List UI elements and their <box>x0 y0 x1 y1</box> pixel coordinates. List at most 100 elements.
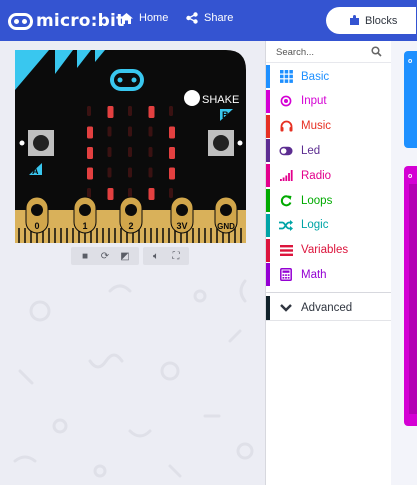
category-led[interactable]: Led <box>266 139 391 163</box>
blocks-workspace[interactable]: o o <box>391 41 417 485</box>
category-label: Math <box>301 268 327 281</box>
microbit-logo[interactable]: micro:bit <box>8 10 124 32</box>
fullscreen-icon[interactable]: ⛶ <box>169 251 183 262</box>
calculator-icon <box>279 268 293 282</box>
toggle-icon <box>279 144 293 158</box>
button-a-label: A <box>32 166 39 176</box>
shake-icon[interactable] <box>184 90 200 106</box>
share-button[interactable]: Share <box>186 12 233 24</box>
led-r4-c0 <box>87 188 91 198</box>
led-r0-c1 <box>107 106 114 118</box>
pin-1[interactable]: 1 <box>73 196 97 234</box>
category-label: Radio <box>301 169 332 182</box>
category-color-bar <box>266 213 270 237</box>
simulator-panel: SHAKE A B 0 1 2 3V GND ■ ⟳ ◩ 🔈︎ ⛶ <box>0 41 265 485</box>
logo-text: micro:bit <box>36 11 125 31</box>
led-r1-c2 <box>128 126 132 137</box>
toolbox: Search... Basic Input Music Led Radio Loops Lo… <box>265 41 391 485</box>
forever-block[interactable]: o <box>404 166 417 426</box>
led-r0-c3 <box>148 106 155 118</box>
led-r4-c3 <box>148 188 155 200</box>
search-input[interactable]: Search... <box>276 47 314 58</box>
list-icon <box>279 243 293 257</box>
category-logic[interactable]: Logic <box>266 213 391 237</box>
signal-icon <box>279 169 293 183</box>
category-input[interactable]: Input <box>266 89 391 113</box>
headphones-icon <box>279 119 293 133</box>
led-r0-c4 <box>169 106 173 116</box>
pin-2[interactable]: 2 <box>119 196 143 234</box>
pin-label: 1 <box>82 221 87 231</box>
category-radio[interactable]: Radio <box>266 164 391 188</box>
category-variables[interactable]: Variables <box>266 238 391 262</box>
toolbox-divider <box>266 292 391 293</box>
stop-icon[interactable]: ■ <box>78 251 92 262</box>
pin-0[interactable]: 0 <box>25 196 49 234</box>
category-label: Logic <box>301 219 329 232</box>
led-r3-c4 <box>169 167 175 180</box>
advanced-color-bar <box>266 296 270 320</box>
home-button[interactable]: Home <box>120 12 168 24</box>
pin-label: GND <box>217 222 235 231</box>
category-math[interactable]: Math <box>266 263 391 287</box>
button-b-label: B <box>222 110 229 120</box>
category-loops[interactable]: Loops <box>266 189 391 212</box>
category-basic[interactable]: Basic <box>266 65 391 88</box>
category-color-bar <box>266 263 270 287</box>
slowmo-icon[interactable]: ◩ <box>118 251 132 262</box>
led-r3-c1 <box>107 167 112 178</box>
pin-gnd[interactable]: GND <box>214 196 238 234</box>
simulator-controls: ■ ⟳ ◩ 🔈︎ ⛶ <box>71 247 189 265</box>
home-icon <box>120 12 133 24</box>
simulator-controls-main: ■ ⟳ ◩ <box>71 247 139 265</box>
led-r1-c1 <box>107 126 112 137</box>
target-icon <box>279 94 293 108</box>
shake-label: SHAKE <box>202 94 239 106</box>
category-color-bar <box>266 139 270 163</box>
led-r1-c4 <box>169 126 175 139</box>
category-label: Music <box>301 120 332 133</box>
led-r0-c0 <box>87 106 91 116</box>
advanced-category[interactable]: Advanced <box>266 296 391 321</box>
led-r3-c2 <box>128 167 132 178</box>
top-header: micro:bit Home Share Blocks <box>0 0 417 41</box>
advanced-label: Advanced <box>301 302 353 314</box>
led-r2-c1 <box>107 147 112 157</box>
share-icon <box>186 12 198 24</box>
blocks-label: Blocks <box>365 14 398 27</box>
category-label: Variables <box>301 244 349 257</box>
led-r2-c0 <box>87 147 93 159</box>
led-r1-c0 <box>87 126 93 139</box>
shuffle-icon <box>279 218 293 232</box>
blocks-toggle-button[interactable]: Blocks <box>326 7 416 34</box>
category-color-bar <box>266 114 270 138</box>
microbit-logo-icon <box>8 12 33 30</box>
category-color-bar <box>266 238 270 262</box>
simulator-controls-extra: 🔈︎ ⛶ <box>143 247 189 265</box>
share-label: Share <box>204 12 234 24</box>
forever-block-label: o <box>408 173 413 180</box>
led-r2-c3 <box>148 147 153 157</box>
category-label: Input <box>301 95 327 108</box>
on-start-block[interactable]: o <box>404 51 417 148</box>
loop-icon <box>279 194 293 208</box>
search-icon <box>371 46 382 57</box>
home-label: Home <box>139 12 169 24</box>
toolbox-search[interactable]: Search... <box>266 41 391 63</box>
category-color-bar <box>266 65 270 88</box>
restart-icon[interactable]: ⟳ <box>98 251 112 262</box>
led-r4-c1 <box>107 188 114 200</box>
led-r0-c2 <box>128 106 132 116</box>
pin-label: 0 <box>34 221 39 231</box>
category-label: Loops <box>301 194 333 207</box>
puzzle-icon <box>350 15 359 25</box>
pin-3v[interactable]: 3V <box>170 196 194 234</box>
microbit-board[interactable]: SHAKE A B 0 1 2 3V GND <box>15 50 246 248</box>
pin-label: 3V <box>176 221 187 231</box>
led-r2-c4 <box>169 147 175 159</box>
led-r4-c4 <box>169 188 173 198</box>
led-r4-c2 <box>128 188 132 198</box>
category-music[interactable]: Music <box>266 114 391 138</box>
mute-icon[interactable]: 🔈︎ <box>149 251 163 262</box>
grid-icon <box>279 70 293 84</box>
